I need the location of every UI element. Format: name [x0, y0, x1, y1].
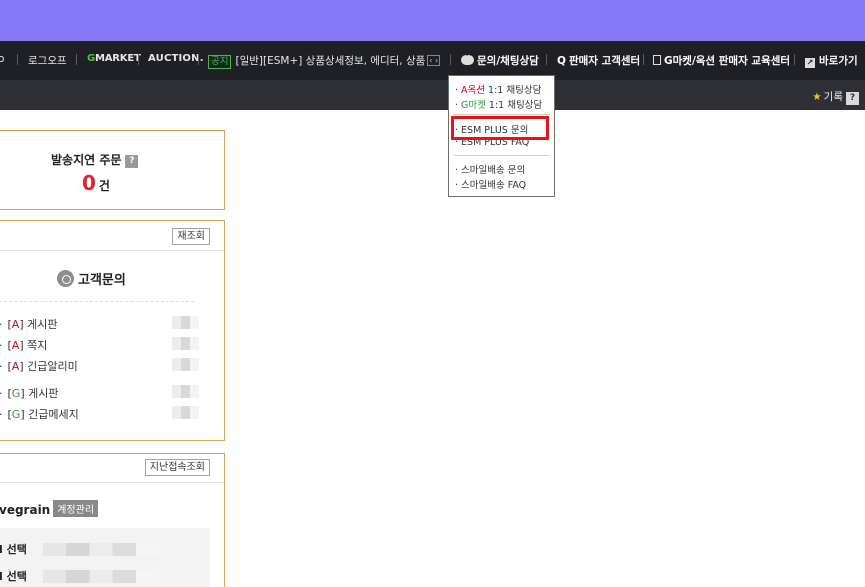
dashed-divider — [0, 301, 194, 302]
notice-ticker[interactable]: 공지 [일반][ESM+] 상품상세정보, 에디터, 상품 ‹ › — [208, 53, 441, 69]
ticker-arrows-icon[interactable]: ‹ › — [427, 55, 441, 66]
edu-center-link[interactable]: G마켓/옥션 판매자 교육센터 — [653, 53, 790, 68]
gmarket-g-mark: G — [87, 53, 96, 64]
delay-count-unit: 건 — [98, 179, 110, 193]
panel-header: 재조회 — [0, 221, 224, 251]
account-panel: 지난접속조회 vegrain 계정관리 l 선택 l 선택 — [0, 453, 225, 587]
blurred-select-value[interactable] — [43, 543, 159, 556]
record-link[interactable]: ★ 기록? — [812, 89, 859, 105]
gmarket-brand: G — [11, 387, 21, 400]
auction-brand: A — [11, 360, 20, 373]
account-id-text: vegrain — [0, 503, 51, 517]
menu-divider — [454, 155, 550, 156]
list-item[interactable]: [A] 게시판 — [0, 316, 58, 332]
chat-icon — [461, 51, 474, 65]
nav-separator — [17, 54, 18, 65]
customer-inquiry-title-text: 고객문의 — [78, 273, 126, 288]
list-item-label: 긴급메세지 — [28, 408, 79, 421]
edu-center-label: G마켓/옥션 판매자 교육센터 — [664, 55, 791, 67]
help-icon[interactable]: ? — [125, 155, 139, 168]
chat-bubble-icon — [57, 270, 74, 287]
auction-brand: A — [11, 318, 20, 331]
last-login-button[interactable]: 지난접속조회 — [144, 459, 210, 476]
nav-separator — [76, 54, 77, 65]
top-navbar: o 로그오프 GMARKET AUCTION. 공지 [일반][ESM+] 상품상… — [0, 41, 865, 80]
shortcut-link[interactable]: ↗ 바로가기 — [805, 53, 858, 68]
logout-link[interactable]: o — [0, 53, 4, 65]
customer-inquiry-panel: 재조회 고객문의 [A] 게시판 [A] 쪽지 [A] 긴급알리미 [G] 게시… — [0, 220, 225, 441]
list-item-label: 게시판 — [28, 387, 59, 400]
q-icon: Q — [557, 55, 566, 67]
customer-inquiry-title: 고객문의 — [57, 269, 126, 288]
shortcut-arrow-icon: ↗ — [805, 58, 815, 68]
delay-order-panel: 발송지연 주문? 0건 — [0, 130, 225, 210]
sub-toolbar: ★ 기록? — [0, 80, 865, 110]
record-label: 기록 — [823, 91, 843, 103]
delay-order-title-text: 발송지연 주문 — [51, 153, 122, 167]
nav-separator — [138, 54, 139, 65]
shortcut-label: 바로가기 — [819, 55, 858, 67]
delay-order-title: 발송지연 주문? — [51, 151, 139, 168]
list-item-label: 쪽지 — [27, 339, 48, 352]
inquiry-chat-label: 문의/채팅상담 — [477, 55, 539, 67]
auction-brand: A — [11, 339, 20, 352]
account-id: vegrain 계정관리 — [0, 500, 99, 517]
nav-separator — [450, 54, 451, 65]
top-banner — [0, 0, 865, 41]
gmarket-brand: G — [11, 408, 21, 421]
delay-order-count[interactable]: 0건 — [82, 171, 110, 195]
delay-count-value: 0 — [82, 171, 96, 195]
blurred-count — [172, 316, 199, 329]
help-icon[interactable]: ? — [846, 92, 859, 105]
select-label: l 선택 — [0, 543, 27, 556]
inquiry-chat-menu[interactable]: 문의/채팅상담 — [461, 51, 539, 68]
star-icon: ★ — [812, 91, 822, 103]
list-item[interactable]: [G] 긴급메세지 — [0, 406, 79, 422]
list-item[interactable]: [G] 게시판 — [0, 385, 59, 401]
nav-separator — [198, 54, 199, 65]
menu-item-label: 1:1 채팅상담 — [485, 85, 542, 96]
list-item-label: 긴급알리미 — [27, 360, 78, 373]
document-icon — [653, 55, 661, 65]
select-label: l 선택 — [0, 570, 27, 583]
list-item[interactable]: [A] 긴급알리미 — [0, 358, 78, 374]
blurred-count — [172, 358, 199, 371]
list-item-label: 게시판 — [27, 318, 58, 331]
blurred-count — [172, 385, 199, 398]
menu-item-gmarket-chat[interactable]: G마켓 1:1 채팅상담 — [455, 97, 542, 111]
notice-text[interactable]: [일반][ESM+] 상품상세정보, 에디터, 상품 — [235, 55, 425, 67]
nav-separator — [643, 54, 644, 65]
highlight-box — [451, 116, 549, 140]
refresh-button[interactable]: 재조회 — [172, 228, 210, 245]
menu-divider — [454, 114, 550, 115]
nav-separator — [794, 54, 795, 65]
seller-center-link[interactable]: Q 판매자 고객센터 — [557, 53, 640, 68]
menu-item-auction-chat[interactable]: A옥션 1:1 채팅상담 — [455, 82, 541, 96]
seller-center-label: 판매자 고객센터 — [568, 55, 641, 67]
auction-logo-link[interactable]: AUCTION. — [148, 53, 204, 64]
menu-item-smile-inquiry[interactable]: 스마일배송 문의 — [455, 162, 525, 176]
menu-item-label: 1:1 채팅상담 — [485, 100, 543, 111]
logoff-link[interactable]: 로그오프 — [28, 53, 67, 68]
gmarket-logo-text: MARKET — [95, 53, 141, 64]
blurred-count — [172, 406, 199, 419]
nav-separator — [546, 54, 547, 65]
blurred-select-value[interactable] — [43, 570, 159, 583]
account-select-box: l 선택 l 선택 — [0, 528, 210, 587]
panel-header: 지난접속조회 — [0, 454, 224, 483]
auction-brand: A옥션 — [461, 85, 486, 96]
gmarket-logo-link[interactable]: GMARKET — [87, 53, 141, 64]
blurred-count — [172, 337, 199, 350]
list-item[interactable]: [A] 쪽지 — [0, 337, 48, 353]
notice-badge: 공지 — [208, 55, 232, 69]
menu-item-smile-faq[interactable]: 스마일배송 FAQ — [455, 177, 526, 191]
gmarket-brand: G마켓 — [461, 100, 486, 111]
manage-account-button[interactable]: 계정관리 — [53, 500, 99, 517]
